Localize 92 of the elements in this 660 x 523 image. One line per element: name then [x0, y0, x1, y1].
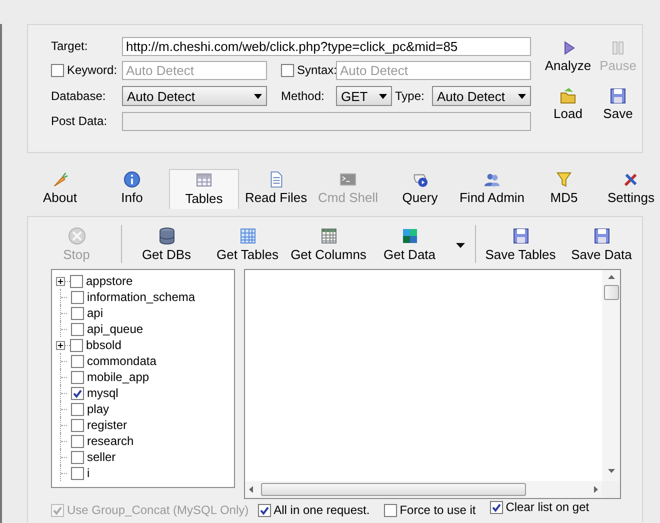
expand-icon[interactable] — [56, 276, 65, 286]
side-button[interactable]: Analyze — [541, 39, 595, 83]
side-button[interactable]: Load — [541, 87, 595, 131]
caret-icon — [379, 94, 387, 98]
type-label: Type: — [395, 89, 426, 103]
checkbox[interactable] — [490, 500, 503, 514]
database-label: Database: — [51, 89, 107, 103]
caret-icon — [254, 94, 262, 98]
columns-icon — [320, 227, 338, 245]
keyword-field[interactable]: Auto Detect — [122, 60, 267, 80]
toolbar-button[interactable]: Save Data — [561, 225, 642, 262]
tree-item[interactable]: play — [87, 402, 110, 416]
syntax-field[interactable]: Auto Detect — [336, 60, 531, 80]
tree-item[interactable]: information_schema — [87, 290, 196, 304]
checkbox[interactable] — [51, 64, 64, 76]
tree-item[interactable]: api — [87, 306, 104, 320]
checkbox[interactable] — [71, 290, 84, 304]
tree-item[interactable]: mysql — [87, 386, 118, 400]
method-dropdown[interactable]: GET — [336, 86, 392, 106]
scroll-up-arrow-icon[interactable] — [608, 275, 614, 279]
table-icon — [195, 171, 213, 189]
option-label: Clear list on get — [506, 500, 590, 514]
method-label: Method: — [281, 89, 326, 103]
expand-icon[interactable] — [56, 340, 65, 350]
tree-item[interactable]: i — [87, 466, 90, 480]
database-dropdown[interactable]: Auto Detect — [122, 86, 267, 106]
toolbar-button[interactable]: Save Tables — [480, 225, 561, 262]
type-dropdown[interactable]: Auto Detect — [432, 86, 531, 106]
target-field[interactable]: http://m.cheshi.com/web/click.php?type=click_pc&mid=85 — [122, 36, 531, 56]
checkbox[interactable] — [71, 418, 84, 432]
toolbar-button[interactable]: Get Columns — [288, 225, 369, 262]
option-label: Use Group_Concat (MySQL Only) — [67, 503, 249, 517]
scroll-down-arrow-icon[interactable] — [608, 469, 614, 473]
checkbox[interactable] — [258, 504, 271, 516]
info-icon — [123, 171, 141, 188]
checkbox[interactable] — [71, 306, 84, 320]
tree-item[interactable]: commondata — [87, 354, 156, 368]
tree-item[interactable]: bbsold — [86, 338, 122, 352]
tab[interactable]: Tables — [169, 169, 239, 209]
option-label: Force to use it — [400, 503, 476, 517]
checkbox[interactable] — [71, 354, 84, 368]
tab[interactable]: MD5 — [528, 169, 600, 209]
tree-item[interactable]: api_queue — [87, 322, 144, 336]
checkbox[interactable] — [71, 322, 84, 336]
checkbox[interactable] — [70, 274, 83, 288]
tree-item[interactable]: register — [87, 418, 128, 432]
tab[interactable]: Query — [384, 169, 456, 209]
tab[interactable]: Settings — [600, 169, 660, 209]
side-button[interactable]: Save — [595, 87, 641, 131]
users-icon — [483, 171, 501, 188]
terminal-icon — [339, 171, 357, 188]
horizontal-scrollbar[interactable] — [245, 481, 602, 498]
checkbox[interactable] — [71, 386, 84, 400]
data-grid-icon — [400, 227, 418, 245]
caret-icon — [456, 242, 465, 248]
target-label: Target: — [51, 39, 89, 53]
checkbox[interactable] — [71, 370, 84, 384]
checkbox[interactable] — [71, 466, 84, 480]
checkbox[interactable] — [71, 434, 84, 448]
database-icon — [158, 227, 176, 245]
tree-item[interactable]: seller — [87, 450, 116, 464]
scrollbar-thumb[interactable] — [604, 285, 618, 300]
tab[interactable]: Find Admin — [456, 169, 528, 209]
toolbar-button[interactable]: Get DBs — [126, 225, 207, 262]
option-label: All in one request. — [274, 503, 370, 517]
scrollbar-corner — [602, 481, 620, 498]
checkbox[interactable] — [71, 450, 84, 464]
vertical-scrollbar[interactable] — [602, 270, 620, 481]
stop-icon — [68, 227, 86, 245]
tab[interactable]: About — [24, 169, 96, 209]
toolbar-button[interactable]: Get Data — [369, 225, 450, 262]
keyword-label: Keyword: — [67, 63, 118, 77]
toolbar-button[interactable]: Get Tables — [207, 225, 288, 262]
tree-item[interactable]: mobile_app — [87, 370, 150, 384]
folder-icon — [559, 87, 577, 105]
scrollbar-thumb[interactable] — [261, 483, 526, 496]
caret-icon — [518, 94, 526, 98]
checkbox[interactable] — [70, 338, 83, 352]
scroll-right-arrow-icon[interactable] — [594, 486, 598, 493]
tab[interactable]: Info — [96, 169, 168, 209]
tree-item[interactable]: research — [87, 434, 134, 448]
syntax-label: Syntax: — [297, 63, 338, 77]
scroll-left-arrow-icon[interactable] — [249, 486, 253, 493]
checkbox[interactable] — [71, 402, 84, 416]
tab[interactable]: Read Files — [240, 169, 312, 209]
carrot-icon — [51, 171, 69, 188]
post-data-label: Post Data: — [51, 114, 108, 128]
checkbox[interactable] — [384, 504, 397, 516]
funnel-icon — [555, 171, 573, 188]
checkbox[interactable] — [281, 64, 294, 76]
tree-item[interactable]: appstore — [86, 274, 133, 288]
grid-icon — [238, 227, 256, 245]
